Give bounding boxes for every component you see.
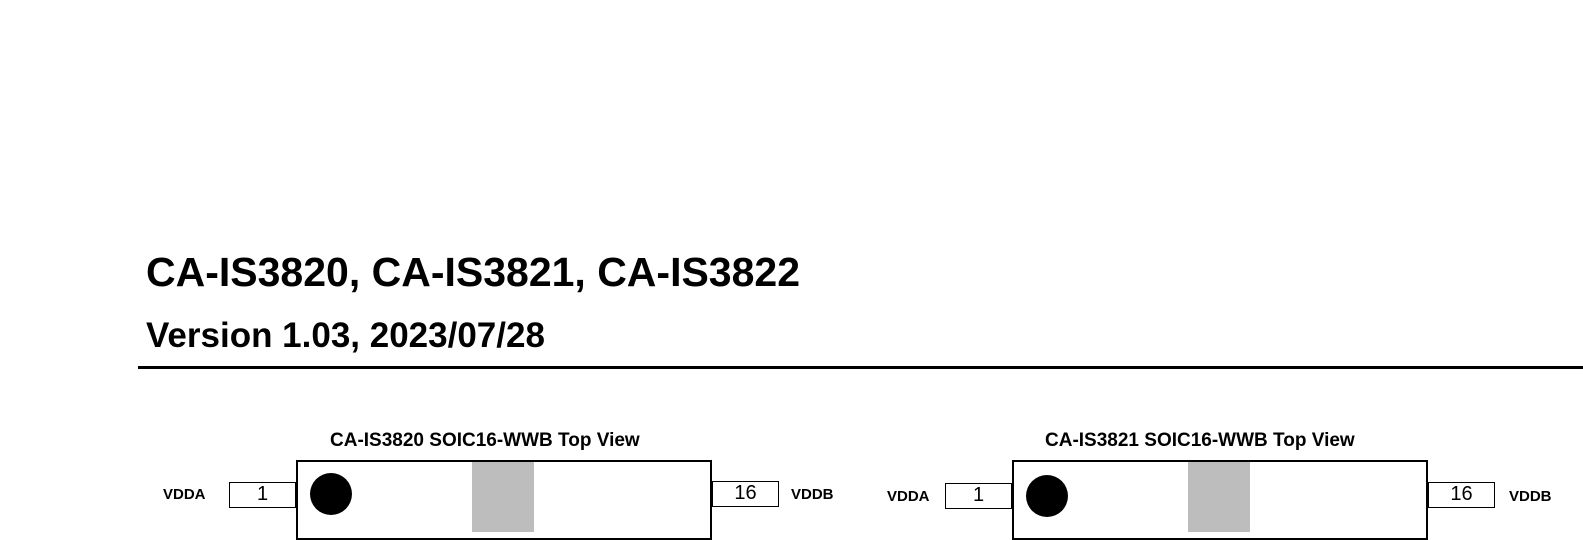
- package-diagram-is3821: CA-IS3821 SOIC16-WWB Top View VDDA 1 16 …: [0, 0, 1583, 540]
- package-title: CA-IS3821 SOIC16-WWB Top View: [1045, 430, 1355, 451]
- isolation-barrier: [1188, 462, 1250, 532]
- right-pin-number: 16: [1428, 482, 1495, 508]
- left-pin-name: VDDA: [887, 488, 930, 505]
- left-pin-number: 1: [945, 483, 1012, 509]
- right-pin-name: VDDB: [1509, 488, 1552, 505]
- pin1-marker: [1026, 475, 1068, 517]
